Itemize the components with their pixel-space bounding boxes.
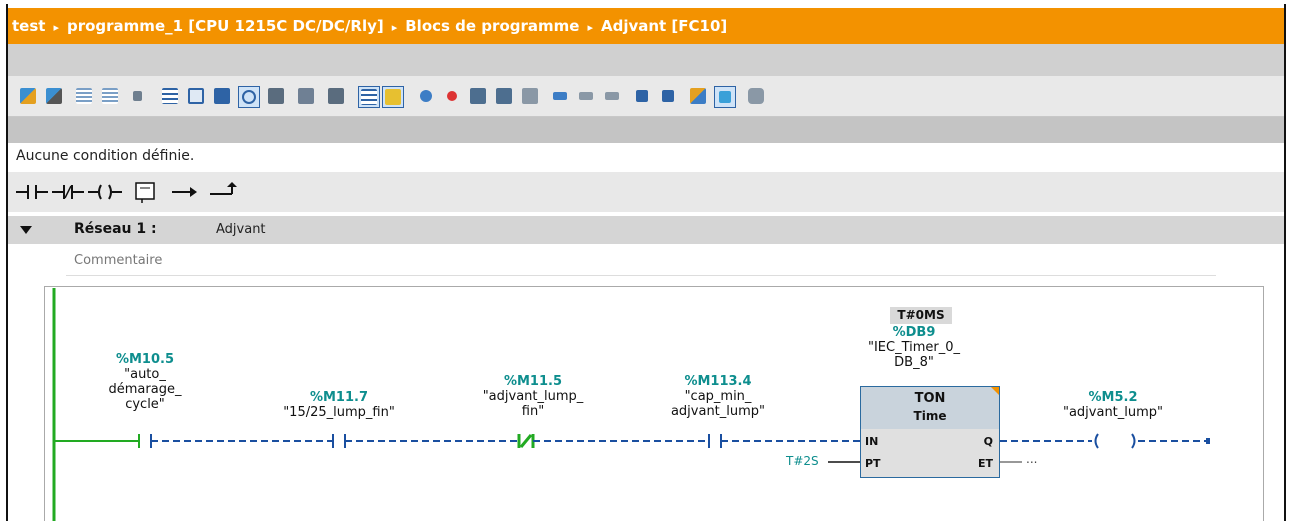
- contact-4-symbol-line: "cap_min_: [684, 389, 752, 404]
- ton-type: TON: [914, 391, 946, 406]
- timer-monitor-value: T#0MS: [890, 307, 952, 324]
- coil-label[interactable]: %M5.2 "adjvant_lump": [1038, 390, 1188, 420]
- coil-right[interactable]: [1131, 433, 1136, 449]
- pin-in: IN: [865, 435, 879, 448]
- contact-4-symbol-line: adjvant_lump": [670, 404, 766, 419]
- contact-3-label[interactable]: %M11.5 "adjvant_lump_ fin": [458, 374, 608, 419]
- contact-2-address: %M11.7: [309, 390, 369, 405]
- ladder-wiring: [52, 288, 1210, 521]
- pin-q: Q: [983, 435, 993, 448]
- ton-timer-box[interactable]: TON Time IN PT Q ET: [860, 386, 1000, 478]
- pin-et: ET: [977, 457, 993, 470]
- contact-1-label[interactable]: %M10.5 "auto_ démarage_ cycle": [90, 352, 200, 412]
- contact-1-address: %M10.5: [115, 352, 175, 367]
- coil-symbol: "adjvant_lump": [1062, 405, 1164, 420]
- timer-db-address: %DB9: [892, 325, 936, 340]
- contact-2-symbol-line: "15/25_lump_fin": [283, 405, 395, 420]
- contact-3-symbol-line: "adjvant_lump_: [482, 389, 584, 404]
- contact-4-label[interactable]: %M113.4 "cap_min_ adjvant_lump": [648, 374, 788, 419]
- pt-value[interactable]: T#2S: [786, 454, 819, 468]
- contact-3-slash[interactable]: [519, 434, 533, 448]
- pin-pt: PT: [865, 457, 881, 470]
- contact-1-symbol-line: cycle": [125, 397, 165, 412]
- coil-left[interactable]: [1094, 433, 1099, 449]
- timer-corner-marker: [991, 387, 999, 395]
- contact-2-label[interactable]: %M11.7 "15/25_lump_fin": [264, 390, 414, 420]
- contact-1-symbol-line: "auto_: [124, 367, 166, 382]
- wire-end-marker: [1206, 438, 1210, 444]
- timer-db-line: "IEC_Timer_0_: [867, 340, 961, 355]
- ton-subtype[interactable]: Time: [861, 409, 999, 423]
- et-value[interactable]: ...: [1026, 452, 1037, 466]
- timer-db-line: DB_8": [894, 355, 934, 370]
- contact-1-symbol-line: démarage_: [108, 382, 182, 397]
- contact-3-address: %M11.5: [503, 374, 563, 389]
- timer-instance-label[interactable]: %DB9 "IEC_Timer_0_ DB_8": [848, 325, 980, 370]
- editor-frame: test ▸ programme_1 [CPU 1215C DC/DC/Rly] ▸ B…: [6, 4, 1286, 521]
- contact-4-address: %M113.4: [684, 374, 752, 389]
- contact-3-symbol-line: fin": [521, 404, 545, 419]
- coil-address: %M5.2: [1088, 390, 1138, 405]
